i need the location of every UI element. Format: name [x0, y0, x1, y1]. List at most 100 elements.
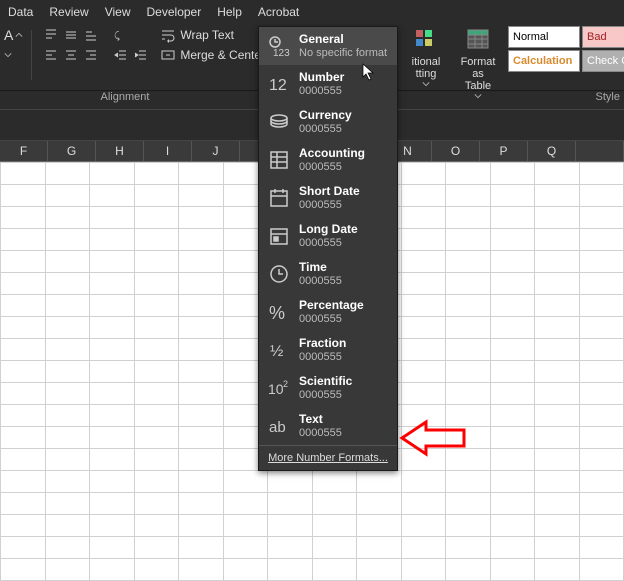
- cell[interactable]: [535, 207, 580, 229]
- column-header[interactable]: G: [48, 141, 96, 161]
- cell[interactable]: [490, 185, 535, 207]
- cell[interactable]: [268, 515, 313, 537]
- cell[interactable]: [490, 383, 535, 405]
- cell[interactable]: [45, 273, 90, 295]
- cell[interactable]: [45, 383, 90, 405]
- cell[interactable]: [1, 449, 46, 471]
- cell[interactable]: [312, 537, 357, 559]
- cell[interactable]: [45, 339, 90, 361]
- cell[interactable]: [535, 273, 580, 295]
- align-top-button[interactable]: [42, 26, 60, 44]
- cell[interactable]: [401, 471, 446, 493]
- cell[interactable]: [1, 361, 46, 383]
- cell[interactable]: [535, 361, 580, 383]
- cell[interactable]: [535, 493, 580, 515]
- cell[interactable]: [268, 471, 313, 493]
- cell[interactable]: [357, 471, 402, 493]
- cell[interactable]: [535, 449, 580, 471]
- cell[interactable]: [179, 405, 224, 427]
- number-format-option-text[interactable]: ab Text 0000555: [259, 407, 397, 445]
- cell[interactable]: [45, 515, 90, 537]
- tab-review[interactable]: Review: [49, 5, 88, 19]
- cell[interactable]: [490, 493, 535, 515]
- cell[interactable]: [45, 405, 90, 427]
- more-number-formats-link[interactable]: More Number Formats...: [259, 445, 397, 470]
- cell[interactable]: [490, 405, 535, 427]
- cell[interactable]: [446, 515, 491, 537]
- cell[interactable]: [490, 361, 535, 383]
- cell[interactable]: [45, 317, 90, 339]
- cell[interactable]: [535, 317, 580, 339]
- cell[interactable]: [490, 295, 535, 317]
- cell[interactable]: [446, 295, 491, 317]
- style-calculation[interactable]: Calculation: [508, 50, 580, 72]
- cell[interactable]: [179, 361, 224, 383]
- cell[interactable]: [312, 515, 357, 537]
- cell[interactable]: [579, 361, 624, 383]
- cell[interactable]: [45, 185, 90, 207]
- number-format-option-number[interactable]: 12 Number 0000555: [259, 65, 397, 103]
- column-header[interactable]: F: [0, 141, 48, 161]
- cell[interactable]: [446, 273, 491, 295]
- cell[interactable]: [268, 537, 313, 559]
- cell[interactable]: [45, 493, 90, 515]
- cell[interactable]: [1, 537, 46, 559]
- cell[interactable]: [45, 251, 90, 273]
- cell[interactable]: [1, 405, 46, 427]
- cell[interactable]: [90, 559, 135, 581]
- cell[interactable]: [179, 383, 224, 405]
- number-format-option-scientific[interactable]: 102 Scientific 0000555: [259, 369, 397, 407]
- cell[interactable]: [490, 471, 535, 493]
- cell[interactable]: [579, 493, 624, 515]
- cell[interactable]: [357, 493, 402, 515]
- cell[interactable]: [1, 207, 46, 229]
- cell[interactable]: [490, 559, 535, 581]
- cell[interactable]: [490, 537, 535, 559]
- column-header[interactable]: J: [192, 141, 240, 161]
- cell[interactable]: [179, 251, 224, 273]
- format-as-table-button[interactable]: Format as Table: [454, 26, 502, 100]
- cell[interactable]: [401, 339, 446, 361]
- cell[interactable]: [134, 273, 179, 295]
- number-format-option-fraction[interactable]: ½ Fraction 0000555: [259, 331, 397, 369]
- cell[interactable]: [401, 493, 446, 515]
- cell[interactable]: [223, 515, 268, 537]
- cell[interactable]: [223, 537, 268, 559]
- cell[interactable]: [179, 427, 224, 449]
- cell[interactable]: [401, 361, 446, 383]
- cell[interactable]: [490, 515, 535, 537]
- cell[interactable]: [401, 515, 446, 537]
- cell[interactable]: [401, 383, 446, 405]
- cell[interactable]: [90, 317, 135, 339]
- cell[interactable]: [535, 471, 580, 493]
- cell[interactable]: [535, 295, 580, 317]
- cell[interactable]: [134, 493, 179, 515]
- cell[interactable]: [179, 493, 224, 515]
- cell[interactable]: [179, 295, 224, 317]
- cell[interactable]: [268, 493, 313, 515]
- cell[interactable]: [134, 295, 179, 317]
- cell[interactable]: [1, 339, 46, 361]
- cell[interactable]: [45, 449, 90, 471]
- cell[interactable]: [312, 559, 357, 581]
- cell[interactable]: [401, 163, 446, 185]
- cell[interactable]: [357, 559, 402, 581]
- cell[interactable]: [401, 185, 446, 207]
- cell[interactable]: [535, 383, 580, 405]
- cell[interactable]: [90, 273, 135, 295]
- align-left-button[interactable]: [42, 46, 60, 64]
- cell[interactable]: [134, 339, 179, 361]
- cell[interactable]: [134, 251, 179, 273]
- cell[interactable]: [1, 383, 46, 405]
- cell[interactable]: [446, 317, 491, 339]
- cell[interactable]: [579, 515, 624, 537]
- cell[interactable]: [535, 515, 580, 537]
- cell[interactable]: [90, 185, 135, 207]
- cell[interactable]: [1, 273, 46, 295]
- tab-developer[interactable]: Developer: [147, 5, 202, 19]
- cell[interactable]: [179, 317, 224, 339]
- cell[interactable]: [1, 515, 46, 537]
- cell[interactable]: [1, 317, 46, 339]
- cell[interactable]: [357, 515, 402, 537]
- cell[interactable]: [535, 251, 580, 273]
